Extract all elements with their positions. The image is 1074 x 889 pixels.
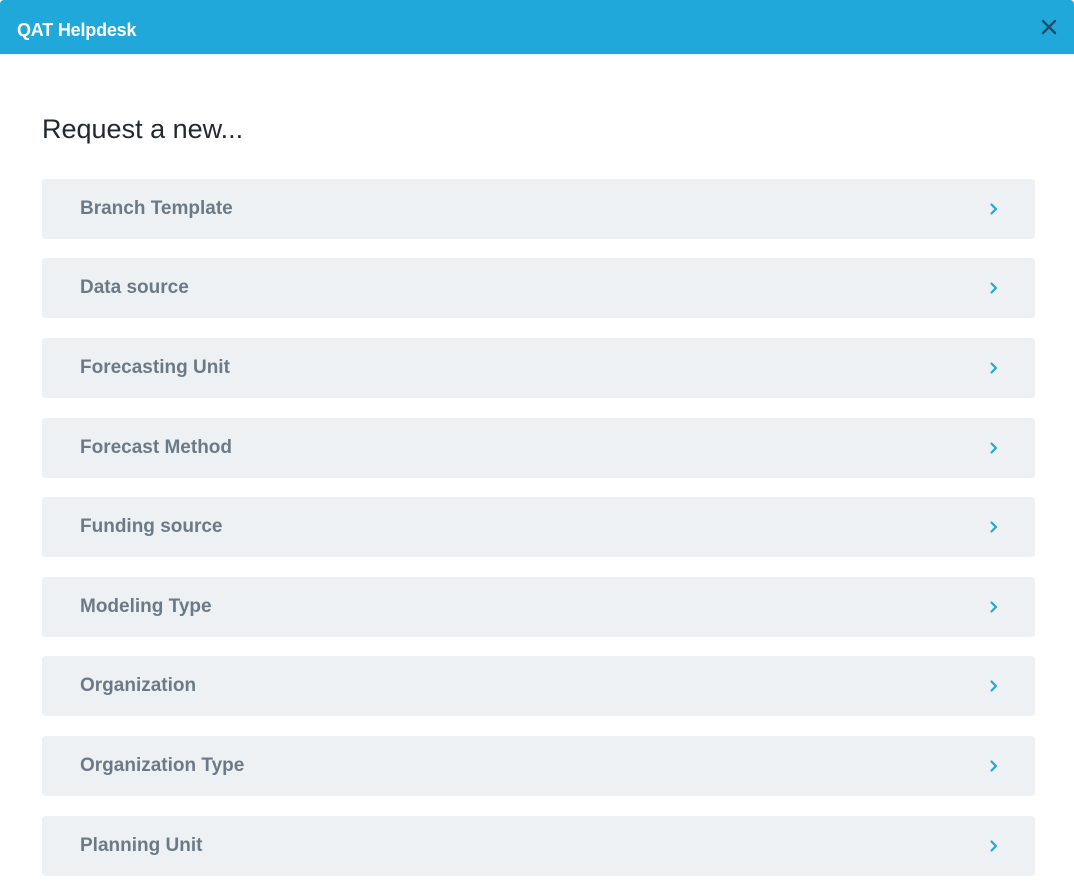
list-item-label: Branch Template xyxy=(80,198,233,219)
request-item-forecasting-unit[interactable]: Forecasting Unit xyxy=(42,338,1035,398)
request-item-data-source[interactable]: Data source xyxy=(42,258,1035,318)
request-item-organization[interactable]: Organization xyxy=(42,656,1035,716)
page-title: Request a new... xyxy=(42,114,244,144)
list-item-label: Organization Type xyxy=(80,755,245,776)
chevron-right-icon xyxy=(988,838,1000,854)
chevron-right-icon xyxy=(988,280,1000,296)
chevron-right-icon xyxy=(988,360,1000,376)
chevron-right-icon xyxy=(988,440,1000,456)
list-item-label: Funding source xyxy=(80,516,223,537)
list-item-label: Data source xyxy=(80,277,189,298)
dialog-header: QAT Helpdesk xyxy=(0,0,1074,54)
chevron-right-icon xyxy=(988,599,1000,615)
dialog-title: QAT Helpdesk xyxy=(17,20,137,40)
chevron-right-icon xyxy=(988,201,1000,217)
request-item-branch-template[interactable]: Branch Template xyxy=(42,179,1035,239)
request-item-forecast-method[interactable]: Forecast Method xyxy=(42,418,1035,478)
close-button[interactable] xyxy=(1038,16,1060,38)
chevron-right-icon xyxy=(988,678,1000,694)
list-item-label: Forecasting Unit xyxy=(80,357,230,378)
request-item-planning-unit[interactable]: Planning Unit xyxy=(42,816,1035,876)
request-item-modeling-type[interactable]: Modeling Type xyxy=(42,577,1035,637)
list-item-label: Forecast Method xyxy=(80,437,233,458)
list-item-label: Planning Unit xyxy=(80,835,203,856)
list-item-label: Organization xyxy=(80,675,197,696)
list-item-label: Modeling Type xyxy=(80,596,212,617)
helpdesk-dialog: QAT Helpdesk Request a new... Branch Tem… xyxy=(0,0,1074,889)
close-icon xyxy=(1038,16,1060,38)
chevron-right-icon xyxy=(988,758,1000,774)
chevron-right-icon xyxy=(988,519,1000,535)
request-item-funding-source[interactable]: Funding source xyxy=(42,497,1035,557)
request-item-organization-type[interactable]: Organization Type xyxy=(42,736,1035,796)
